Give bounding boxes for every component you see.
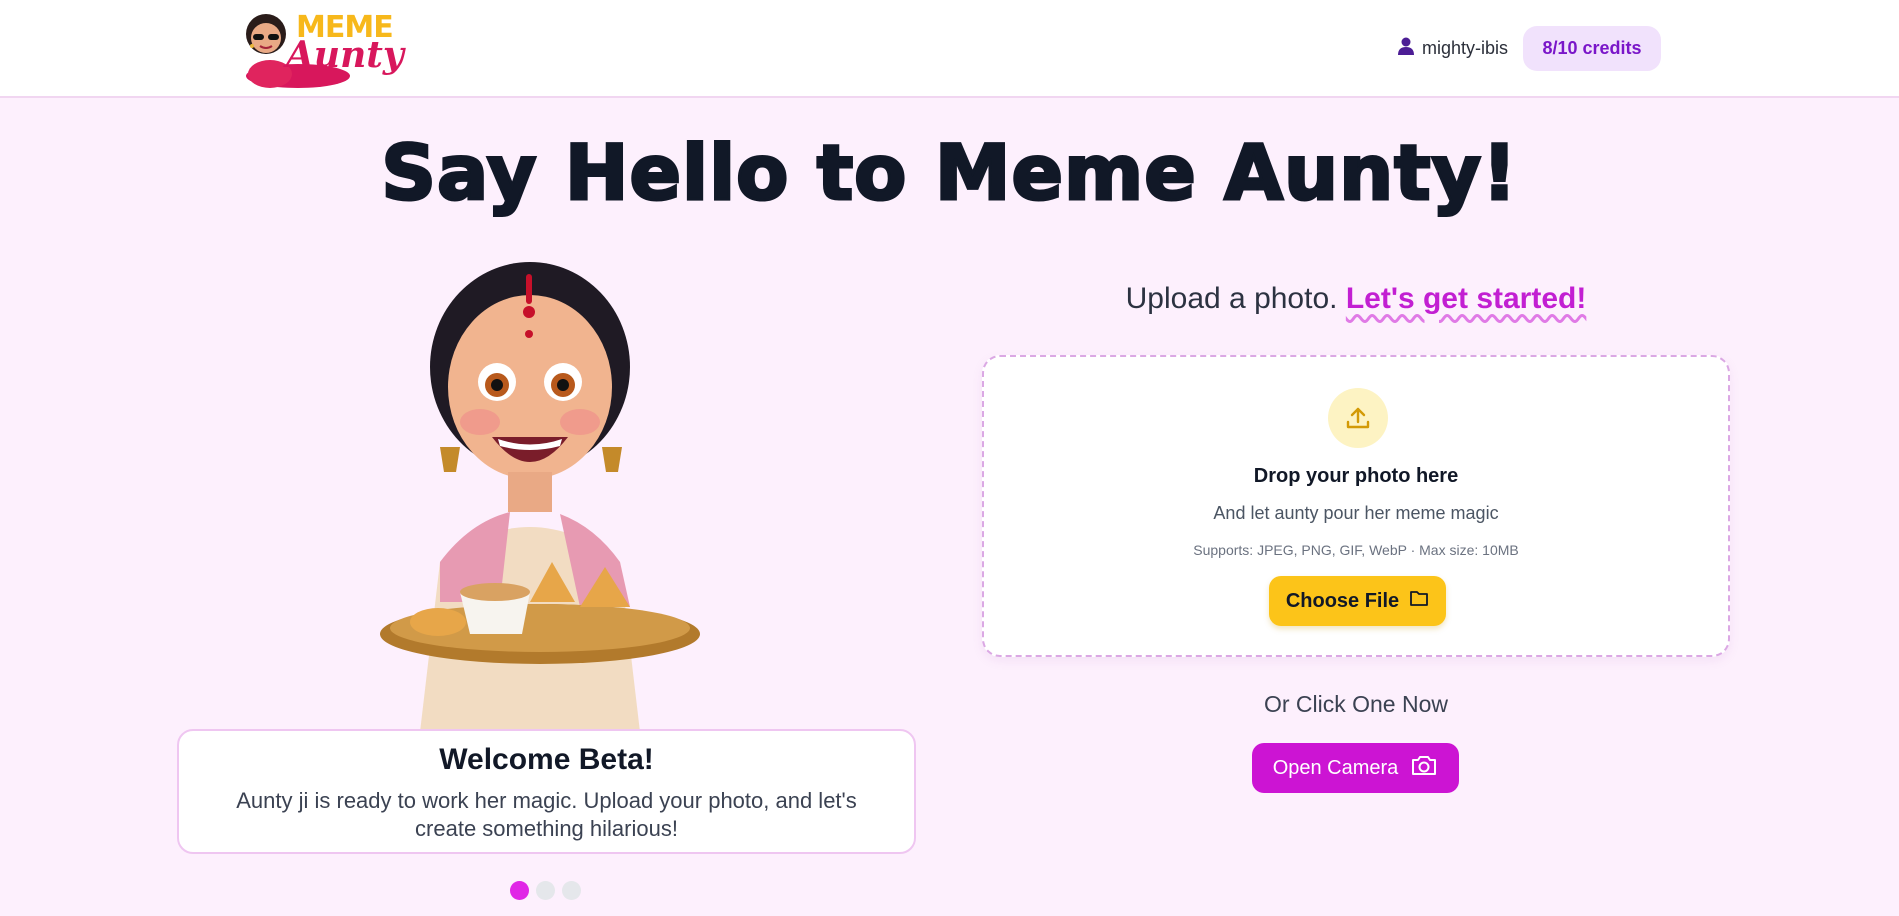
upload-heading: Upload a photo. Let's get started! bbox=[982, 282, 1730, 316]
choose-file-button[interactable]: Choose File bbox=[1269, 576, 1446, 626]
user-icon bbox=[1398, 37, 1414, 60]
credits-badge[interactable]: 8/10 credits bbox=[1523, 26, 1661, 71]
user-menu[interactable]: mighty-ibis bbox=[1398, 36, 1508, 60]
meme-aunty-logo[interactable]: MEME Aunty bbox=[240, 6, 404, 90]
supported-formats: Supports: JPEG, PNG, GIF, WebP · Max siz… bbox=[1193, 542, 1519, 558]
upload-icon bbox=[1328, 388, 1388, 448]
photo-dropzone[interactable]: Drop your photo here And let aunty pour … bbox=[982, 355, 1730, 657]
welcome-text: Aunty ji is ready to work her magic. Upl… bbox=[236, 788, 857, 841]
choose-file-label: Choose File bbox=[1285, 589, 1400, 612]
or-click-text: Or Click One Now bbox=[1263, 691, 1449, 717]
open-camera-button[interactable]: Open Camera bbox=[1252, 743, 1459, 793]
welcome-title: Welcome Beta! bbox=[439, 743, 654, 776]
upload-heading-accent: Let's get started! bbox=[1345, 282, 1587, 315]
carousel-dot-1[interactable] bbox=[510, 881, 529, 900]
page-title: Say Hello to Meme Aunty! bbox=[380, 127, 1519, 219]
upload-heading-text: Upload a photo. bbox=[1125, 282, 1338, 315]
carousel-dot-2[interactable] bbox=[536, 881, 555, 900]
carousel-dots bbox=[510, 881, 581, 900]
drop-title: Drop your photo here bbox=[1253, 465, 1459, 487]
aunty-character-image bbox=[380, 262, 710, 732]
carousel-dot-3[interactable] bbox=[562, 881, 581, 900]
welcome-card: Welcome Beta! Aunty ji is ready to work … bbox=[177, 729, 916, 854]
camera-icon bbox=[1410, 753, 1438, 783]
top-header: MEME Aunty mighty-ibis 8/10 credits bbox=[0, 0, 1899, 98]
username: mighty-ibis bbox=[1422, 37, 1509, 58]
logo-word-aunty: Aunty bbox=[286, 34, 404, 76]
folder-icon bbox=[1409, 589, 1429, 613]
open-camera-label: Open Camera bbox=[1272, 756, 1399, 779]
drop-subtitle: And let aunty pour her meme magic bbox=[1213, 503, 1499, 523]
